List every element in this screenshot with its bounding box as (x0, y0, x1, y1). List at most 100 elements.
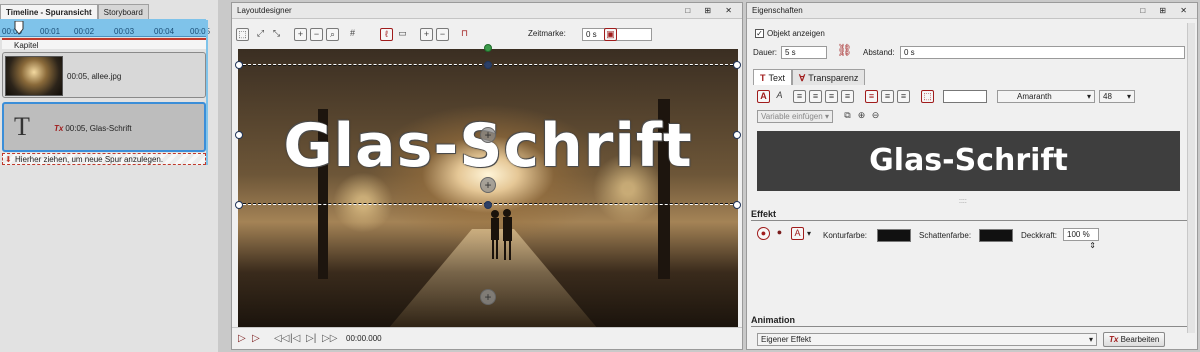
window-controls[interactable]: □ ⊞ ✕ (685, 3, 738, 19)
track-image[interactable]: 00:05, allee.jpg (2, 52, 206, 98)
add-icon[interactable]: + (420, 28, 433, 41)
tab-text[interactable]: T Text (753, 69, 793, 85)
time-display: 00:00.000 (346, 334, 382, 343)
resize-grip-icon[interactable]: :::: (959, 198, 967, 205)
konturfarbe-label: Konturfarbe: (823, 231, 868, 240)
select-tool-icon[interactable]: ⬚ (236, 28, 249, 41)
shadow-effect-icon[interactable]: ● (773, 227, 786, 240)
spinner-icon[interactable]: ⇕ (1089, 240, 1096, 251)
text-color-swatch[interactable] (943, 90, 987, 103)
deckkraft-label: Deckkraft: (1021, 231, 1058, 240)
rewind-icon[interactable]: ◁◁ (274, 333, 289, 344)
valign-top-icon[interactable]: ≡ (865, 90, 878, 103)
schattenfarbe-label: Schattenfarbe: (919, 231, 972, 240)
properties-scrollbar[interactable] (1187, 23, 1195, 333)
copy-icon[interactable]: ⧉ (841, 110, 854, 123)
effect-preset-icon[interactable]: A (791, 227, 804, 240)
zoom-in-icon[interactable]: ⊕ (855, 110, 868, 123)
text-object-icon: T (14, 112, 30, 141)
outline-effect-icon[interactable]: ● (757, 227, 770, 240)
zeitmarke-input[interactable]: 0 s (582, 28, 652, 41)
anchor-point-icon[interactable]: + (480, 127, 496, 143)
track-label: 00:05, Glas-Schrift (65, 124, 132, 133)
abstand-input[interactable]: 0 s (900, 46, 1185, 59)
schattenfarbe-swatch[interactable] (979, 229, 1013, 242)
timeline-tabs: Timeline - Spuransicht Storyboard (0, 4, 149, 19)
resize-handle[interactable] (733, 201, 741, 209)
align-center-icon[interactable]: ≡ (809, 90, 822, 103)
forward-icon[interactable]: ▷▷ (322, 333, 337, 344)
anchor-point-icon[interactable]: + (480, 289, 496, 305)
fx-icon: Tx (1109, 335, 1119, 344)
play-icon[interactable]: ▷ (238, 333, 246, 344)
text-frame-icon[interactable]: ⬚ (921, 90, 934, 103)
valign-bottom-icon[interactable]: ≡ (897, 90, 910, 103)
chevron-down-icon[interactable]: ▾ (807, 229, 811, 238)
effekt-header: Effekt (751, 207, 1193, 221)
chevron-down-icon: ▾ (824, 112, 829, 121)
play-from-start-icon[interactable]: ▷ (252, 333, 260, 344)
font-select[interactable]: Amaranth ▾ (997, 90, 1095, 103)
text-preview[interactable]: Glas-Schrift (757, 131, 1180, 191)
track-text[interactable]: T Tx 00:05, Glas-Schrift (2, 102, 206, 152)
align-left-icon[interactable]: ≡ (793, 90, 806, 103)
konturfarbe-swatch[interactable] (877, 229, 911, 242)
panel-title: Eigenschaften □ ⊞ ✕ (747, 3, 1197, 19)
checkbox-icon[interactable]: ✓ (755, 29, 764, 39)
align-right-icon[interactable]: ≡ (825, 90, 838, 103)
bearbeiten-button[interactable]: Tx Bearbeiten (1103, 332, 1166, 347)
anchor-point-icon[interactable]: + (480, 177, 496, 193)
dauer-label: Dauer: (753, 48, 778, 57)
next-frame-icon[interactable]: ▷| (306, 333, 316, 344)
resize-handle[interactable] (733, 61, 741, 69)
couple-silhouette (491, 209, 512, 260)
remove-icon[interactable]: − (436, 28, 449, 41)
chevron-down-icon: ▾ (1086, 92, 1091, 101)
expand-icon[interactable]: ⤡ (270, 28, 283, 41)
grid-icon[interactable]: # (346, 28, 359, 41)
chevron-down-icon: ▾ (1126, 92, 1131, 101)
valign-middle-icon[interactable]: ≡ (881, 90, 894, 103)
align-icon[interactable]: ⊓ (458, 28, 471, 41)
playhead-icon[interactable] (14, 21, 24, 35)
deckkraft-input[interactable]: 100 % ⇕ (1063, 228, 1099, 250)
font-style-icon[interactable]: A (757, 90, 770, 103)
resize-handle[interactable] (235, 201, 243, 209)
new-track-dropzone[interactable]: Hierher ziehen, um neue Spur anzulegen. (2, 153, 206, 166)
resize-handle[interactable] (484, 61, 492, 69)
animation-select[interactable]: Eigener Effekt ▾ (757, 333, 1097, 346)
chevron-down-icon: ▾ (1088, 335, 1093, 344)
variable-insert-select[interactable]: Variable einfügen ▾ (757, 110, 833, 123)
font-size-select[interactable]: 48 ▾ (1099, 90, 1135, 103)
chapter-marker[interactable]: Kapitel (2, 38, 206, 50)
rotate-handle[interactable] (484, 44, 492, 52)
show-object-checkbox[interactable]: ✓ Objekt anzeigen (755, 29, 825, 39)
dauer-input[interactable]: 5 s (781, 46, 827, 59)
justify-icon[interactable]: ≡ (841, 90, 854, 103)
resize-handle[interactable] (484, 201, 492, 209)
fit-icon[interactable]: ⤢ (254, 28, 267, 41)
timeline-end-marker (206, 20, 208, 165)
film-icon[interactable]: ▭ (396, 28, 409, 41)
curve-tool-icon[interactable]: ℓ (380, 28, 393, 41)
tab-transparenz[interactable]: Ɐ Transparenz (792, 69, 866, 85)
prev-frame-icon[interactable]: |◁ (290, 333, 300, 344)
tab-spuransicht[interactable]: Timeline - Spuransicht (0, 4, 98, 19)
zoom-in-icon[interactable]: + (294, 28, 307, 41)
resize-handle[interactable] (235, 131, 243, 139)
ruler-tick: 00:02 (74, 27, 95, 36)
zoom-out-icon[interactable]: ⊖ (869, 110, 882, 123)
tab-storyboard[interactable]: Storyboard (97, 4, 149, 19)
window-controls[interactable]: □ ⊞ ✕ (1140, 3, 1193, 19)
animation-header: Animation (751, 313, 1193, 327)
resize-handle[interactable] (733, 131, 741, 139)
zoom-out-icon[interactable]: − (310, 28, 323, 41)
zeitmarke-label: Zeitmarke: (528, 29, 566, 38)
resize-handle[interactable] (235, 61, 243, 69)
save-icon[interactable]: ▣ (604, 28, 617, 41)
transport-bar: ▷ ▷ ◁◁ |◁ ▷| ▷▷ 00:00.000 (232, 327, 742, 349)
link-icon[interactable]: ⛓ (837, 44, 852, 58)
italic-icon[interactable]: A (773, 90, 786, 103)
time-ruler[interactable]: 00:00 00:01 00:02 00:03 00:04 00:05 (0, 19, 210, 37)
zoom-fit-icon[interactable]: ⌕ (326, 28, 339, 41)
